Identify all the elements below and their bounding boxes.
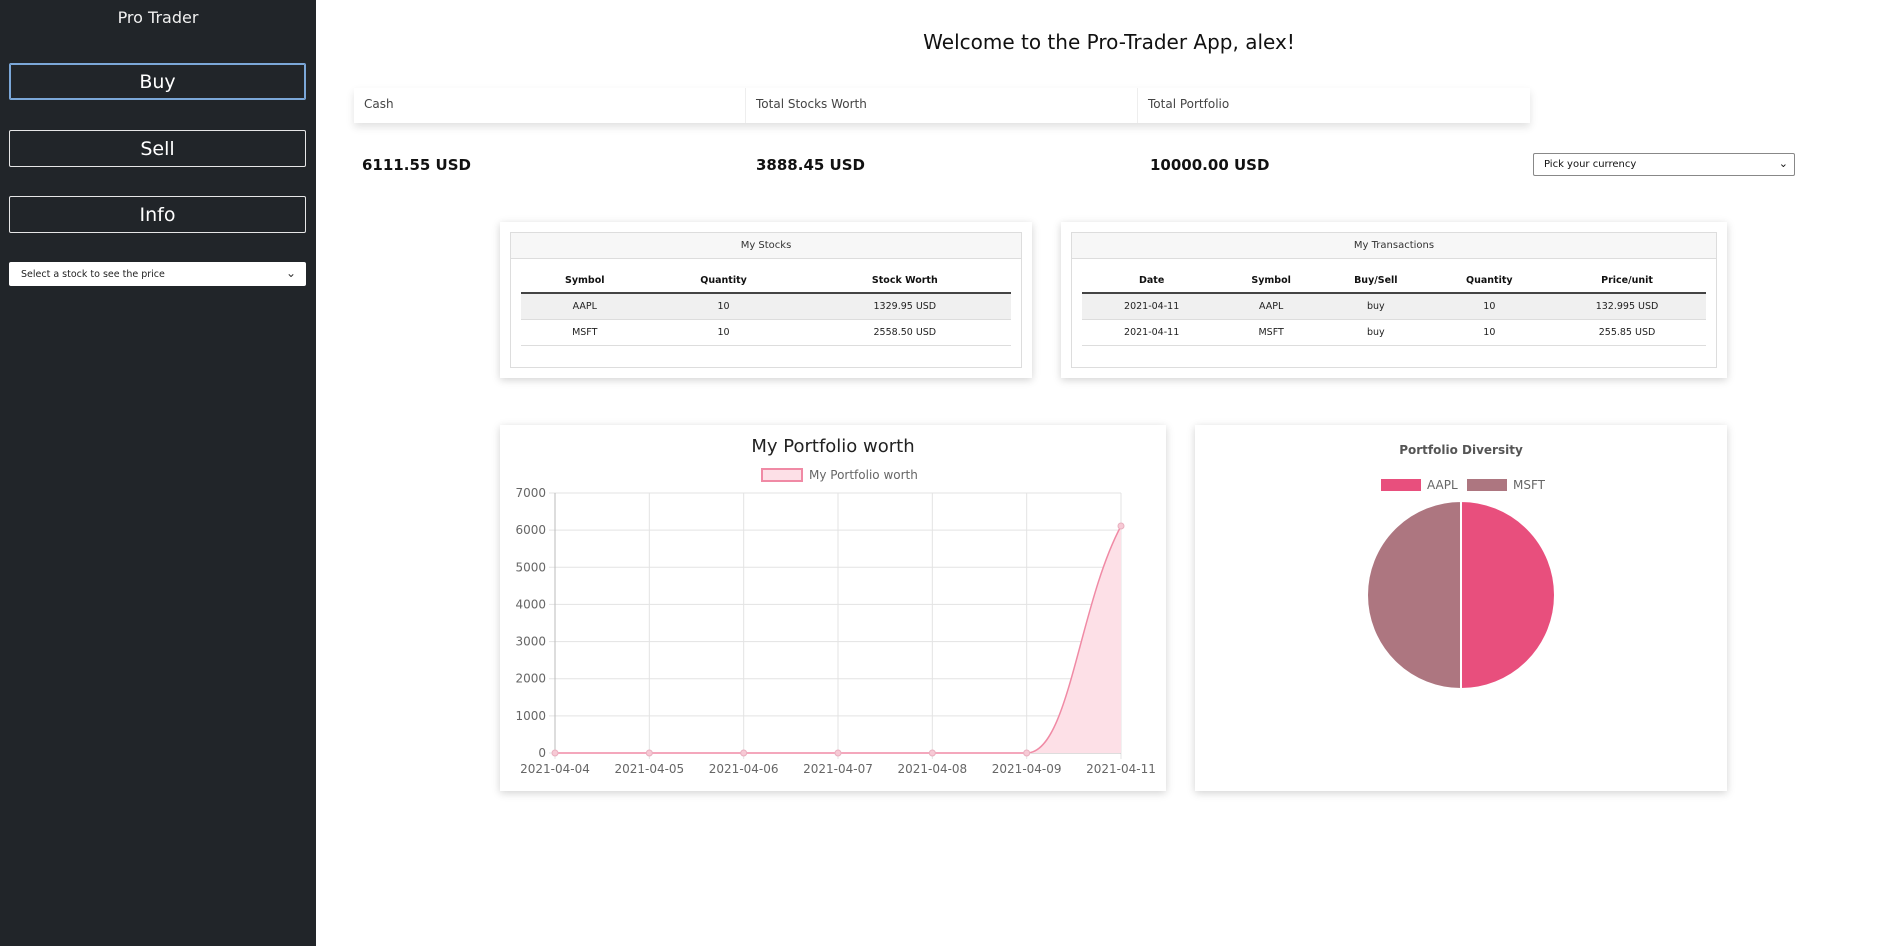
x-tick-label: 2021-04-05 xyxy=(614,762,684,776)
chart-title: My Portfolio worth xyxy=(751,436,914,457)
my-transactions-table: Date Symbol Buy/Sell Quantity Price/unit… xyxy=(1082,269,1706,346)
pie-slice-aapl[interactable] xyxy=(1460,499,1556,691)
data-point[interactable] xyxy=(551,749,559,757)
buy-button[interactable]: Buy xyxy=(9,63,306,100)
stocks-worth-value: 3888.45 USD xyxy=(756,156,865,174)
app-root: Pro Trader Buy Sell Info Select a stock … xyxy=(0,0,1902,946)
y-tick-label: 3000 xyxy=(515,635,546,649)
y-tick-label: 4000 xyxy=(515,597,546,611)
table-row: AAPL 10 1329.95 USD xyxy=(521,293,1011,320)
y-tick-label: 2000 xyxy=(515,672,546,686)
cash-value: 6111.55 USD xyxy=(362,156,471,174)
x-tick-label: 2021-04-08 xyxy=(897,762,967,776)
table-row: 2021-04-11 AAPL buy 10 132.995 USD xyxy=(1082,293,1706,320)
x-tick-label: 2021-04-06 xyxy=(709,762,779,776)
portfolio-label: Total Portfolio xyxy=(1138,88,1530,123)
my-stocks-card: My Stocks Symbol Quantity Stock Worth AA… xyxy=(500,222,1032,378)
y-tick-label: 1000 xyxy=(515,709,546,723)
table-cell: MSFT xyxy=(521,319,649,346)
table-cell: 10 xyxy=(1430,319,1549,346)
y-tick-label: 0 xyxy=(538,746,546,760)
table-cell: buy xyxy=(1320,293,1431,320)
pie-slice-msft[interactable] xyxy=(1366,499,1462,691)
table-cell: 132.995 USD xyxy=(1548,293,1706,320)
column-header: Symbol xyxy=(521,269,649,294)
table-cell: 10 xyxy=(648,319,799,346)
y-tick-label: 7000 xyxy=(515,486,546,500)
stats-header-row: Cash Total Stocks Worth Total Portfolio xyxy=(354,88,1530,123)
table-cell: 10 xyxy=(648,293,799,320)
x-tick-label: 2021-04-11 xyxy=(1086,762,1156,776)
data-point[interactable] xyxy=(1117,522,1125,530)
column-header: Symbol xyxy=(1221,269,1321,294)
currency-select-placeholder: Pick your currency xyxy=(1544,159,1637,170)
legend-swatch xyxy=(761,468,803,482)
sell-button[interactable]: Sell xyxy=(9,130,306,167)
my-stocks-table: Symbol Quantity Stock Worth AAPL 10 1329… xyxy=(521,269,1011,346)
table-cell: 2021-04-11 xyxy=(1082,319,1222,346)
column-header: Date xyxy=(1082,269,1222,294)
chevron-down-icon: ⌄ xyxy=(285,266,296,280)
sidebar: Pro Trader Buy Sell Info Select a stock … xyxy=(0,0,316,946)
stocks-worth-label: Total Stocks Worth xyxy=(746,88,1138,123)
table-cell: 2558.50 USD xyxy=(798,319,1011,346)
table-cell: buy xyxy=(1320,319,1431,346)
column-header: Buy/Sell xyxy=(1320,269,1431,294)
currency-select[interactable]: Pick your currency ⌄ xyxy=(1533,153,1795,176)
table-cell: MSFT xyxy=(1221,319,1321,346)
table-cell: AAPL xyxy=(1221,293,1321,320)
legend-swatch-aapl xyxy=(1381,479,1421,491)
portfolio-worth-chart: My Portfolio worth My Portfolio worth 0 1… xyxy=(515,436,1156,776)
portfolio-value: 10000.00 USD xyxy=(1150,156,1270,174)
portfolio-worth-card: My Portfolio worth My Portfolio worth 0 1… xyxy=(500,425,1166,791)
legend-swatch-msft xyxy=(1467,479,1507,491)
table-cell: 1329.95 USD xyxy=(798,293,1011,320)
my-transactions-panel: My Transactions Date Symbol Buy/Sell Qua… xyxy=(1071,232,1717,368)
legend-label-aapl: AAPL xyxy=(1427,478,1458,492)
chevron-down-icon: ⌄ xyxy=(1778,157,1788,170)
table-cell: AAPL xyxy=(521,293,649,320)
table-cell: 255.85 USD xyxy=(1548,319,1706,346)
table-row: 2021-04-11 MSFT buy 10 255.85 USD xyxy=(1082,319,1706,346)
legend-label: My Portfolio worth xyxy=(809,468,918,482)
y-tick-label: 6000 xyxy=(515,523,546,537)
chart-title: Portfolio Diversity xyxy=(1399,443,1523,457)
column-header: Quantity xyxy=(648,269,799,294)
my-stocks-panel: My Stocks Symbol Quantity Stock Worth AA… xyxy=(510,232,1022,368)
data-point[interactable] xyxy=(645,749,653,757)
portfolio-diversity-chart: Portfolio Diversity AAPL MSFT xyxy=(1366,443,1556,691)
stock-select-placeholder: Select a stock to see the price xyxy=(21,268,165,280)
stock-select[interactable]: Select a stock to see the price ⌄ xyxy=(9,262,306,286)
my-transactions-card: My Transactions Date Symbol Buy/Sell Qua… xyxy=(1061,222,1727,378)
table-cell: 10 xyxy=(1430,293,1549,320)
data-point[interactable] xyxy=(740,749,748,757)
brand-title: Pro Trader xyxy=(117,8,199,27)
data-point[interactable] xyxy=(834,749,842,757)
table-cell: 2021-04-11 xyxy=(1082,293,1222,320)
data-point[interactable] xyxy=(928,749,936,757)
info-button[interactable]: Info xyxy=(9,196,306,233)
data-point[interactable] xyxy=(1023,749,1031,757)
column-header: Stock Worth xyxy=(798,269,1011,294)
column-header: Quantity xyxy=(1430,269,1549,294)
my-stocks-title: My Stocks xyxy=(511,233,1021,259)
column-header: Price/unit xyxy=(1548,269,1706,294)
my-transactions-title: My Transactions xyxy=(1072,233,1716,259)
x-tick-label: 2021-04-07 xyxy=(803,762,873,776)
legend-label-msft: MSFT xyxy=(1513,478,1546,492)
x-tick-label: 2021-04-09 xyxy=(992,762,1062,776)
table-row: MSFT 10 2558.50 USD xyxy=(521,319,1011,346)
page-title: Welcome to the Pro-Trader App, alex! xyxy=(923,30,1295,54)
cash-label: Cash xyxy=(354,88,746,123)
portfolio-diversity-card: Portfolio Diversity AAPL MSFT xyxy=(1195,425,1727,791)
x-tick-label: 2021-04-04 xyxy=(520,762,590,776)
y-tick-label: 5000 xyxy=(515,560,546,574)
